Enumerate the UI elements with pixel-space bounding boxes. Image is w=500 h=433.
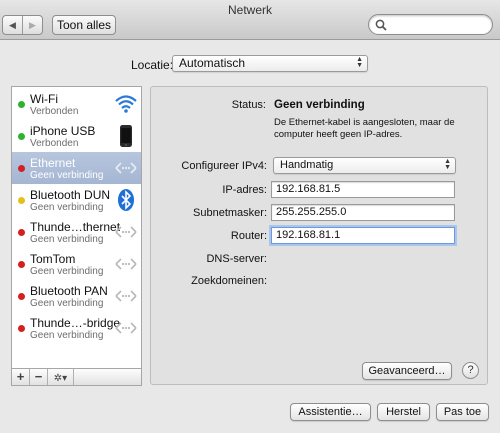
remove-service-button[interactable]: − (30, 369, 48, 385)
show-all-button[interactable]: Toon alles (52, 15, 116, 35)
service-status: Geen verbinding (30, 202, 104, 213)
search-input[interactable] (389, 17, 487, 32)
search-field[interactable] (368, 14, 493, 35)
service-status: Geen verbinding (30, 298, 104, 309)
search-icon (375, 19, 387, 31)
service-item-wifi[interactable]: Wi-Fi Verbonden (12, 88, 141, 120)
service-status: Geen verbinding (30, 330, 104, 341)
service-name: Thunde…thernet (30, 220, 121, 234)
detail-panel: Status: Geen verbinding De Ethernet-kabe… (150, 86, 488, 385)
service-status: Geen verbinding (30, 266, 104, 277)
service-status: Geen verbinding (30, 170, 104, 181)
service-name: TomTom (30, 252, 76, 266)
subnet-mask-field[interactable]: 255.255.255.0 (271, 204, 455, 221)
service-item-thunderbolt-ethernet[interactable]: Thunde…thernet Geen verbinding (12, 216, 141, 248)
location-value: Automatisch (179, 56, 246, 70)
status-description: De Ethernet-kabel is aangesloten, maar d… (274, 117, 455, 140)
status-dot (18, 197, 25, 204)
bluetooth-icon (118, 189, 134, 211)
select-arrows-icon: ▲ ▼ (356, 56, 363, 69)
service-name: Thunde…-bridge (30, 316, 121, 330)
service-item-thunderbolt-bridge[interactable]: Thunde…-bridge Geen verbinding (12, 312, 141, 344)
status-dot (18, 261, 25, 268)
back-arrow-icon: ◀ (9, 19, 16, 30)
advanced-button[interactable]: Geavanceerd… (362, 362, 452, 380)
service-list: Wi-Fi Verbonden iPhone USB Verbonden Eth… (11, 86, 142, 386)
status-dot (18, 229, 25, 236)
apply-button[interactable]: Pas toe (436, 403, 489, 421)
status-label: Status: (231, 99, 266, 111)
ip-address-label: IP-adres: (222, 184, 267, 196)
ethernet-icon (115, 322, 137, 334)
service-status: Geen verbinding (30, 234, 104, 245)
router-field[interactable]: 192.168.81.1 (271, 227, 455, 244)
status-dot (18, 133, 25, 140)
service-item-tomtom[interactable]: TomTom Geen verbinding (12, 248, 141, 280)
add-service-button[interactable]: + (12, 369, 30, 385)
location-select[interactable]: Automatisch ▲ ▼ (172, 55, 368, 72)
subnet-mask-label: Subnetmasker: (193, 207, 267, 219)
gear-menu-button[interactable]: ✲▾ (48, 369, 74, 385)
ethernet-icon (115, 258, 137, 270)
status-dot (18, 293, 25, 300)
service-name: Bluetooth DUN (30, 188, 111, 202)
service-name: Ethernet (30, 156, 76, 170)
service-item-bluetooth-dun[interactable]: Bluetooth DUN Geen verbinding (12, 184, 141, 216)
back-button[interactable]: ◀ (3, 16, 22, 34)
wifi-icon (115, 95, 137, 113)
service-status: Verbonden (30, 106, 79, 117)
ip-address-field[interactable]: 192.168.81.5 (271, 181, 455, 198)
service-name: Bluetooth PAN (30, 284, 108, 298)
service-name: iPhone USB (30, 124, 96, 138)
service-name: Wi-Fi (30, 92, 58, 106)
configure-ipv4-value: Handmatig (280, 159, 334, 171)
gear-icon: ✲▾ (53, 373, 68, 384)
status-value: Geen verbinding (274, 99, 365, 111)
help-button[interactable]: ? (462, 362, 479, 379)
service-item-iphone-usb[interactable]: iPhone USB Verbonden (12, 120, 141, 152)
iphone-icon (120, 125, 132, 147)
status-dot (18, 165, 25, 172)
revert-button[interactable]: Herstel (377, 403, 430, 421)
configure-ipv4-label: Configureer IPv4: (181, 160, 267, 172)
location-label: Locatie: (131, 58, 174, 72)
assist-button[interactable]: Assistentie… (290, 403, 371, 421)
service-item-bluetooth-pan[interactable]: Bluetooth PAN Geen verbinding (12, 280, 141, 312)
service-status: Verbonden (30, 138, 79, 149)
ethernet-icon (115, 226, 137, 238)
back-forward-group: ◀ ▶ (2, 15, 43, 35)
status-dot (18, 101, 25, 108)
search-domains-label: Zoekdomeinen: (191, 275, 267, 287)
status-dot (18, 325, 25, 332)
configure-ipv4-select[interactable]: Handmatig ▲ ▼ (273, 157, 456, 174)
ethernet-icon (115, 290, 137, 302)
window-toolbar: Netwerk ◀ ▶ Toon alles (0, 0, 500, 40)
service-item-ethernet[interactable]: Ethernet Geen verbinding (12, 152, 141, 184)
router-label: Router: (230, 230, 267, 242)
forward-button[interactable]: ▶ (22, 16, 42, 34)
ethernet-icon (115, 162, 137, 174)
forward-arrow-icon: ▶ (29, 19, 36, 30)
service-list-toolbar: + − ✲▾ (11, 368, 142, 386)
select-arrows-icon: ▲ ▼ (444, 158, 451, 171)
dns-server-label: DNS-server: (206, 253, 267, 265)
